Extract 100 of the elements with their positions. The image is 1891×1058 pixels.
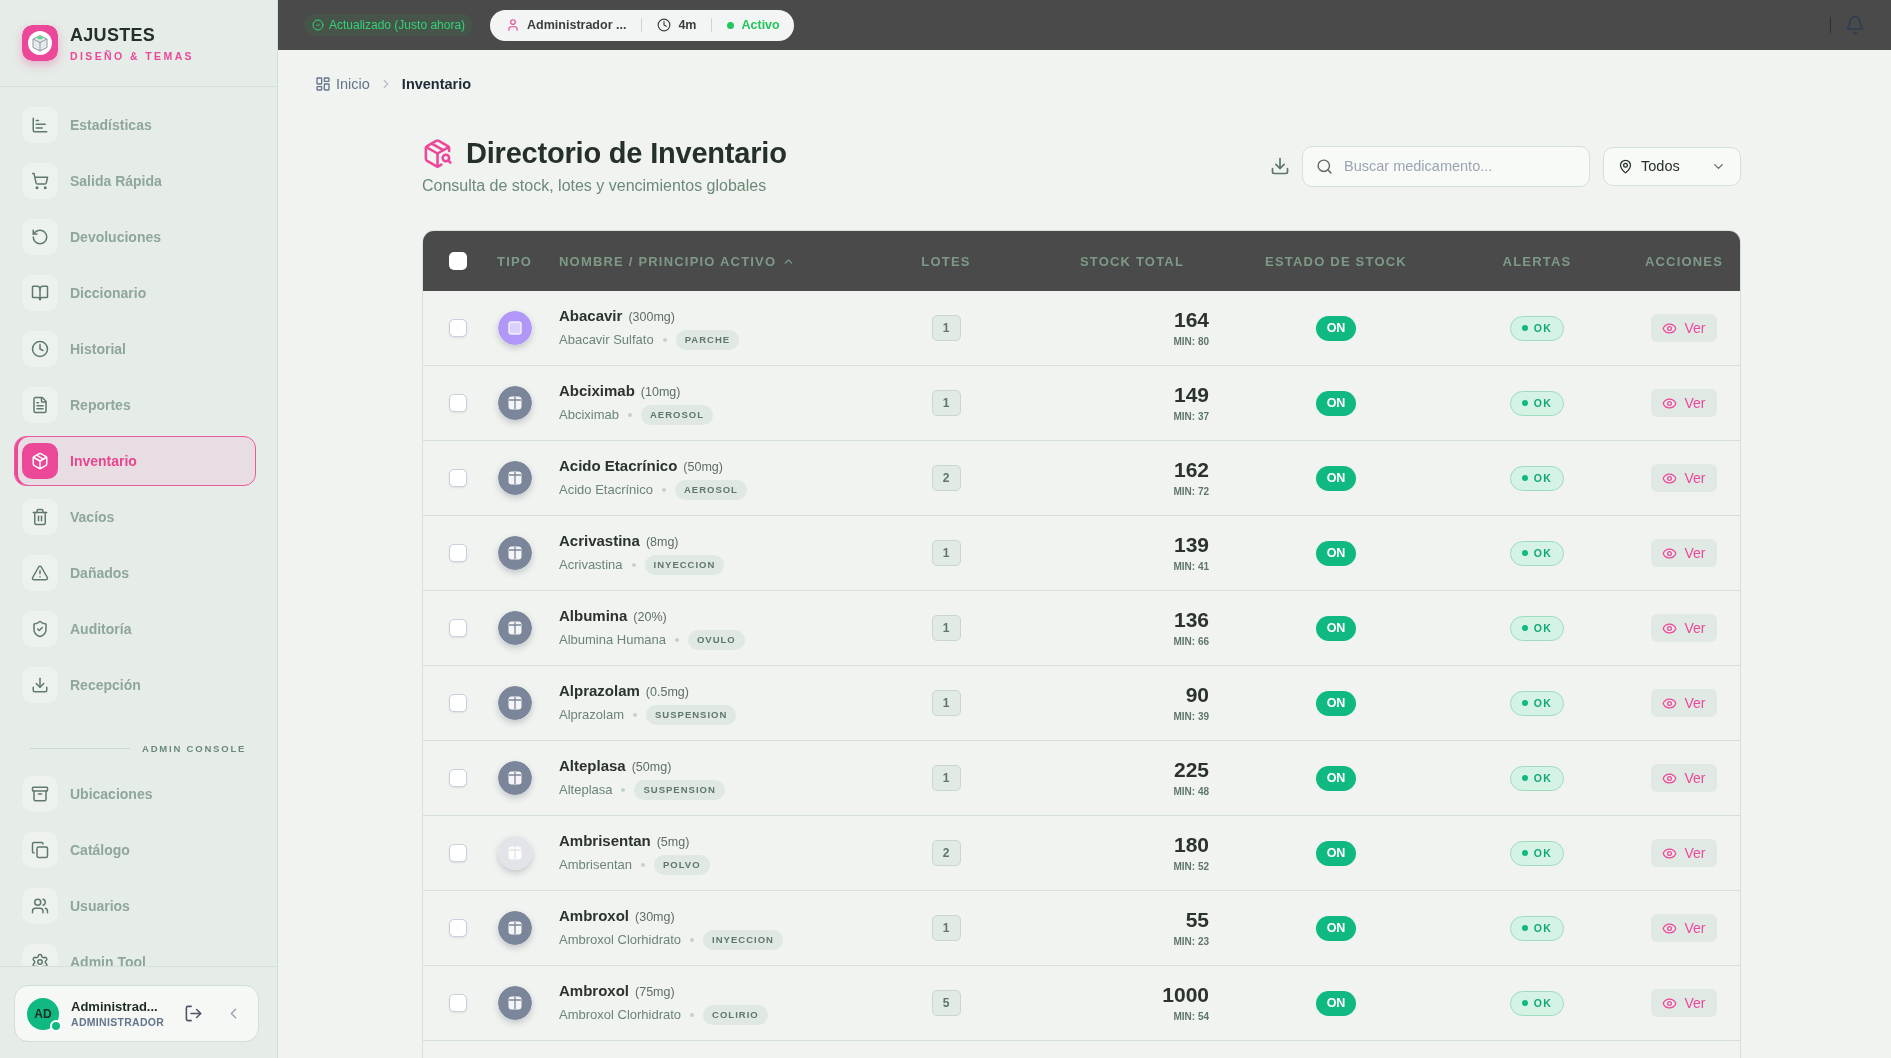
sidebar-item[interactable]: Recepción <box>14 660 256 710</box>
drug-name: Abacavir <box>559 306 623 324</box>
sync-status-text: Actualizado (Justo ahora) <box>329 18 466 32</box>
dashboard-icon <box>315 76 331 92</box>
sidebar-item[interactable]: Salida Rápida <box>14 156 256 206</box>
status-dot-icon <box>727 21 735 29</box>
view-button[interactable]: Ver <box>1651 689 1717 717</box>
logout-icon[interactable] <box>184 1004 204 1023</box>
sidebar-item[interactable]: Estadísticas <box>14 100 256 150</box>
sidebar-item[interactable]: Devoluciones <box>14 212 256 262</box>
clock-icon <box>657 18 672 32</box>
status-dot-icon <box>1521 1000 1528 1006</box>
breadcrumb-link[interactable]: Inicio <box>336 76 370 92</box>
select-all-checkbox[interactable] <box>449 252 467 270</box>
lot-count-badge: 1 <box>931 540 961 566</box>
view-button[interactable]: Ver <box>1651 464 1717 492</box>
drug-dose: (0.5mg) <box>645 684 689 699</box>
row-checkbox[interactable] <box>449 994 467 1012</box>
stock-status-pill: ON <box>1315 765 1357 791</box>
copy-icon <box>22 832 58 868</box>
shield-check-icon <box>22 611 58 647</box>
bullet-icon <box>690 937 695 942</box>
view-button[interactable]: Ver <box>1651 914 1717 942</box>
eye-icon <box>1662 920 1678 936</box>
sidebar-item[interactable]: Historial <box>14 324 256 374</box>
sidebar-item[interactable]: Inventario <box>14 436 256 486</box>
alert-text: OK <box>1533 772 1553 784</box>
row-checkbox[interactable] <box>449 619 467 637</box>
view-button[interactable]: Ver <box>1651 989 1717 1017</box>
bullet-icon <box>674 637 679 642</box>
bell-icon[interactable] <box>1845 15 1865 35</box>
lot-count-badge: 1 <box>931 690 961 716</box>
stock-total: 139 <box>1173 534 1209 556</box>
drug-name: Abciximab <box>559 381 635 399</box>
session-user: Administrador ... <box>527 18 627 32</box>
lot-count-badge: 1 <box>931 765 961 791</box>
sidebar-item[interactable]: Catálogo <box>14 825 256 875</box>
sidebar-item[interactable]: Diccionario <box>14 268 256 318</box>
sidebar-item[interactable]: Dañados <box>14 548 256 598</box>
row-checkbox[interactable] <box>449 319 467 337</box>
column-header: ESTADO DE STOCK <box>1265 253 1407 269</box>
drug-name: Acido Etacrínico <box>559 456 678 474</box>
active-ingredient: Ambrisentan <box>559 857 632 872</box>
stock-minimum: MIN: 39 <box>1173 711 1209 722</box>
alert-text: OK <box>1533 547 1553 559</box>
sidebar-item[interactable]: Auditoría <box>14 604 256 654</box>
row-checkbox[interactable] <box>449 694 467 712</box>
stock-minimum: MIN: 23 <box>1173 936 1209 947</box>
row-checkbox[interactable] <box>449 544 467 562</box>
status-dot-icon <box>1521 550 1528 556</box>
bullet-icon <box>690 1012 695 1017</box>
form-tag: AEROSOL <box>640 404 713 425</box>
archive-icon <box>22 776 58 812</box>
view-button[interactable]: Ver <box>1651 539 1717 567</box>
stock-minimum: MIN: 72 <box>1173 486 1209 497</box>
form-tag: SUSPENSION <box>646 704 737 725</box>
row-checkbox[interactable] <box>449 769 467 787</box>
status-dot-icon <box>1521 700 1528 706</box>
view-button[interactable]: Ver <box>1651 839 1717 867</box>
breadcrumb-link[interactable]: Inventario <box>401 76 472 92</box>
row-checkbox[interactable] <box>449 469 467 487</box>
alert-text: OK <box>1533 997 1553 1009</box>
eye-icon <box>1662 545 1678 561</box>
view-button[interactable]: Ver <box>1651 389 1717 417</box>
logo-icon <box>22 25 58 61</box>
sidebar-item[interactable]: Ubicaciones <box>14 769 256 819</box>
active-ingredient: Abacavir Sulfato <box>559 332 654 347</box>
sidebar-item[interactable]: Vacíos <box>14 492 256 542</box>
form-tag: POLVO <box>654 854 710 875</box>
status-dot-icon <box>1521 850 1528 856</box>
location-select[interactable]: Todos <box>1603 146 1741 186</box>
stock-minimum: MIN: 52 <box>1173 861 1209 872</box>
user-name: Administrad... <box>71 999 159 1014</box>
row-checkbox[interactable] <box>449 394 467 412</box>
download-icon[interactable] <box>1270 156 1290 176</box>
alert-text: OK <box>1533 847 1553 859</box>
view-button[interactable]: Ver <box>1651 314 1717 342</box>
active-ingredient: Ambroxol Clorhidrato <box>559 1007 682 1022</box>
active-ingredient: Ambroxol Clorhidrato <box>559 932 682 947</box>
eye-icon <box>1662 395 1678 411</box>
bullet-icon <box>627 412 632 417</box>
brand-title: AJUSTES <box>70 24 157 46</box>
row-checkbox[interactable] <box>449 844 467 862</box>
view-button[interactable]: Ver <box>1651 614 1717 642</box>
row-checkbox[interactable] <box>449 919 467 937</box>
sidebar-item[interactable]: Usuarios <box>14 881 256 931</box>
view-button[interactable]: Ver <box>1651 764 1717 792</box>
document-icon <box>22 387 58 423</box>
active-ingredient: Acrivastina <box>559 557 623 572</box>
alert-text: OK <box>1533 922 1553 934</box>
package-icon <box>22 443 58 479</box>
form-tag: INYECCION <box>644 554 725 575</box>
download-icon <box>22 667 58 703</box>
sidebar-item[interactable]: Reportes <box>14 380 256 430</box>
stock-minimum: MIN: 54 <box>1173 1011 1209 1022</box>
column-header[interactable]: NOMBRE / PRINCIPIO ACTIVO <box>559 253 777 269</box>
search-field[interactable]: Buscar medicamento... <box>1302 145 1590 187</box>
stock-minimum: MIN: 37 <box>1173 411 1209 422</box>
lot-count-badge: 1 <box>931 315 961 341</box>
stock-minimum: MIN: 66 <box>1173 636 1209 647</box>
